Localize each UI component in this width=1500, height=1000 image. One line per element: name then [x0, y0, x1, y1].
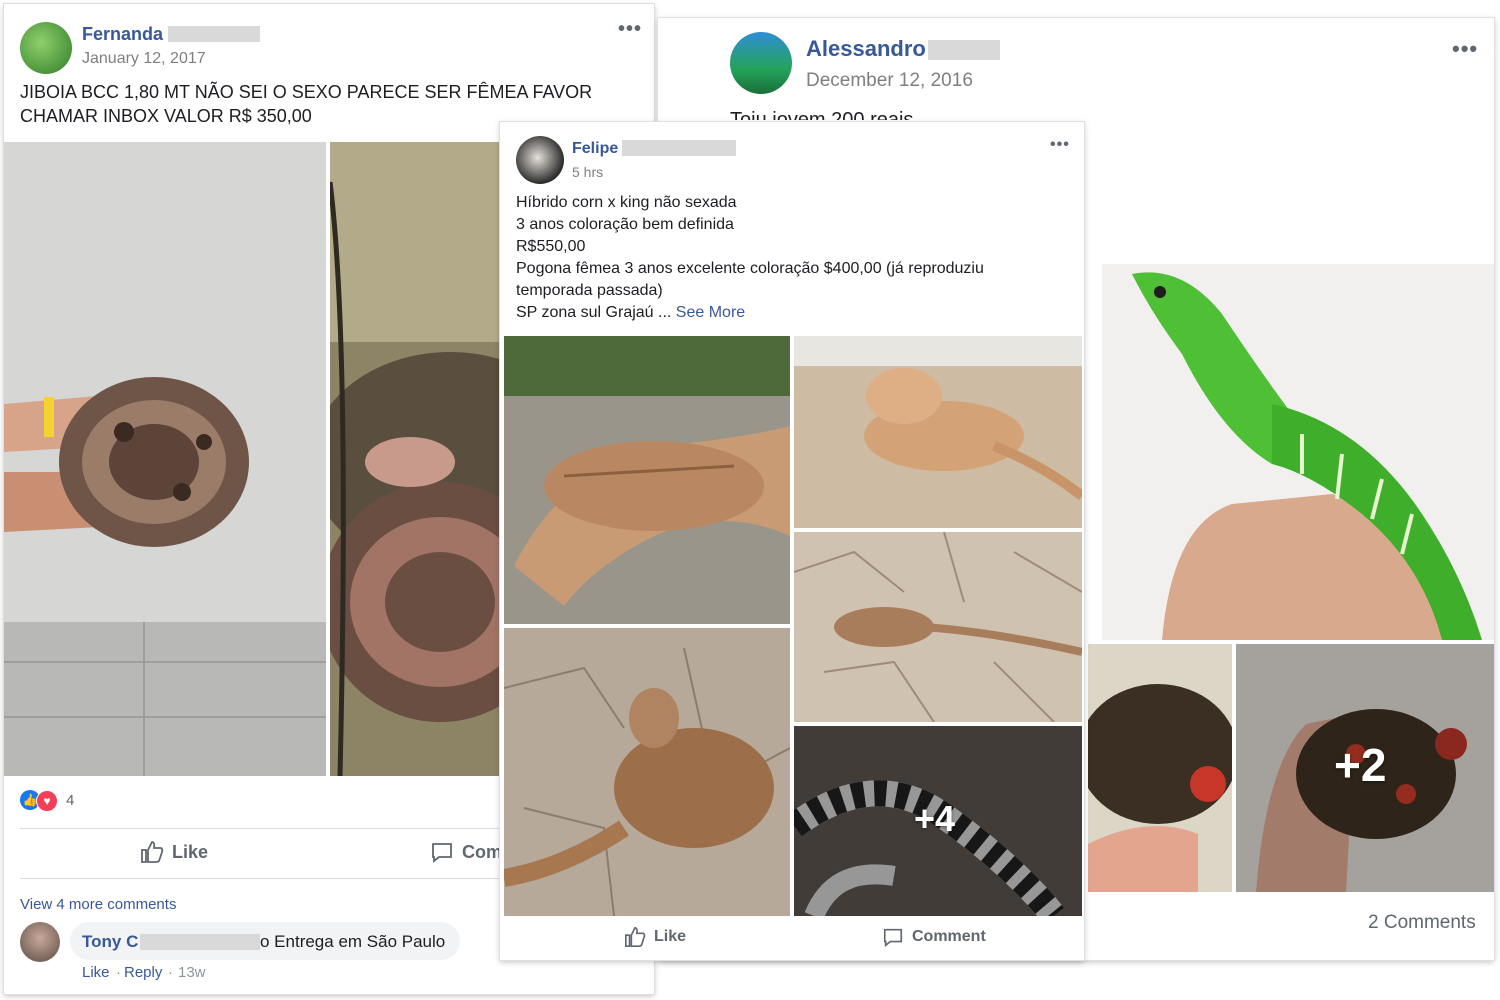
post-text-line-2: CHAMAR INBOX VALOR R$ 350,00 [20, 106, 312, 126]
post-photo-iguana[interactable] [1102, 264, 1494, 640]
more-options-icon[interactable]: ••• [1452, 36, 1478, 62]
post-photo-pogona-1[interactable] [504, 336, 790, 624]
comment-separator: · [168, 964, 173, 981]
comments-count[interactable]: 2 Comments [1368, 912, 1476, 934]
redacted-surname [168, 26, 260, 42]
thumbs-up-icon [141, 841, 164, 863]
comment-reply-link[interactable]: Reply [124, 964, 162, 981]
redacted-surname [622, 140, 736, 156]
comment-label: Com [462, 841, 502, 862]
more-photos-count[interactable]: +4 [914, 798, 955, 840]
post-card-felipe: Felipe 5 hrs ••• Híbrido corn x king não… [500, 122, 1084, 960]
avatar[interactable] [516, 136, 564, 184]
post-photo-pogona-3[interactable] [794, 532, 1082, 722]
post-text-line-1: JIBOIA BCC 1,80 MT NÃO SEI O SEXO PARECE… [20, 82, 593, 102]
more-options-icon[interactable]: ••• [618, 18, 642, 41]
post-text-line-4: Pogona fêmea 3 anos excelente coloração … [516, 260, 984, 277]
post-text-line-6: SP zona sul Grajaú ... See More [516, 304, 745, 322]
post-date[interactable]: January 12, 2017 [82, 50, 206, 68]
post-photo-pogona-4[interactable] [504, 628, 790, 916]
reaction-count[interactable]: 4 [66, 792, 74, 809]
thumbs-up-icon [625, 927, 646, 947]
comment-time[interactable]: 13w [178, 964, 206, 981]
post-photo-snake-1[interactable] [4, 142, 326, 776]
post-text-line-3: R$550,00 [516, 238, 586, 255]
post-date[interactable]: 5 hrs [572, 164, 603, 180]
commenter-avatar[interactable] [20, 922, 60, 962]
avatar[interactable] [730, 32, 792, 94]
post-photo-tortoise-1[interactable] [1088, 644, 1232, 892]
comment-label: Comment [912, 928, 986, 945]
comment-icon [883, 928, 903, 947]
comment-button[interactable]: Comment [882, 926, 986, 948]
more-photos-count[interactable]: +2 [1334, 738, 1386, 792]
comment-text: o Entrega em São Paulo [260, 932, 446, 951]
author-name[interactable]: Alessandro [806, 36, 926, 62]
comment-button[interactable]: Com [430, 840, 502, 864]
post-photo-pogona-2[interactable] [794, 336, 1082, 528]
post-text-fragment: Toju jovem 200 reais [730, 109, 914, 120]
redacted-surname [928, 40, 1000, 60]
comment-like-link[interactable]: Like [82, 964, 110, 981]
reaction-icons[interactable]: 👍 ♥ [20, 790, 64, 812]
like-button[interactable]: Like [624, 926, 686, 948]
more-options-icon[interactable]: ••• [1050, 136, 1070, 154]
post-text-line-5: temporada passada) [516, 282, 663, 299]
avatar[interactable] [20, 22, 72, 74]
like-label: Like [172, 841, 209, 862]
like-label: Like [654, 928, 687, 945]
see-more-link[interactable]: See More [676, 304, 745, 321]
redacted-surname [140, 934, 260, 950]
comment-separator: · [116, 964, 121, 981]
post-text-line-2: 3 anos coloração bem definida [516, 216, 734, 233]
comment-icon [432, 843, 452, 863]
post-date[interactable]: December 12, 2016 [806, 70, 973, 92]
view-more-comments-link[interactable]: View 4 more comments [20, 896, 176, 913]
author-name[interactable]: Fernanda [82, 24, 163, 45]
comment-author[interactable]: Tony C [82, 932, 138, 952]
post-text-line-1: Híbrido corn x king não sexada [516, 194, 737, 211]
author-name[interactable]: Felipe [572, 140, 618, 158]
post-text-last-line: SP zona sul Grajaú ... [516, 304, 672, 321]
love-reaction-icon: ♥ [36, 790, 58, 812]
like-button[interactable]: Like [140, 840, 208, 864]
